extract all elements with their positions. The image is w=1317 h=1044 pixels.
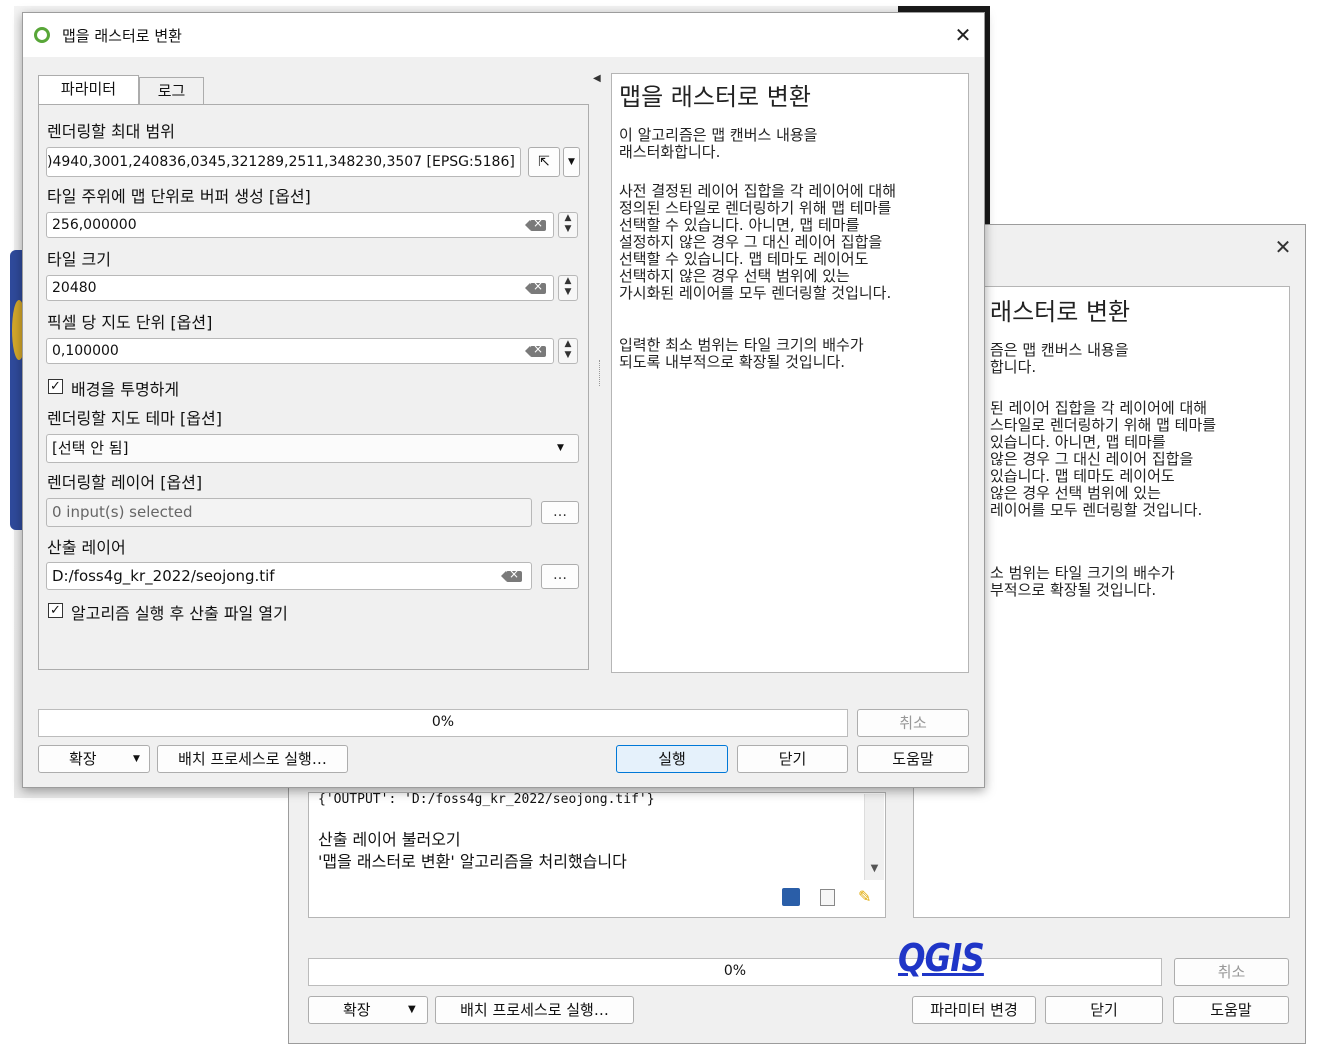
back-help-p3: 소 범위는 타일 크기의 배수가 부적으로 확장될 것입니다. <box>990 564 1175 599</box>
chevron-down-icon: ▼ <box>133 754 140 764</box>
extent-field[interactable]: )4940,3001,240836,0345,321289,2511,34823… <box>46 147 521 177</box>
back-dialog-close-button[interactable]: ✕ <box>1270 234 1296 260</box>
back-batch-button[interactable]: 배치 프로세스로 실행… <box>435 996 634 1024</box>
cancel-button[interactable]: 취소 <box>857 709 969 737</box>
layers-browse-button[interactable]: … <box>541 501 579 524</box>
close-button[interactable]: 닫기 <box>737 745 848 773</box>
theme-select[interactable]: [선택 안 됨] <box>46 434 579 463</box>
layers-label: 렌더링할 레이어 [옵션] <box>47 473 203 492</box>
splitter-handle[interactable] <box>599 360 601 386</box>
back-progress-bar: 0% <box>308 958 1162 986</box>
back-help-p2: 된 레이어 집합을 각 레이어에 대해 스타일로 렌더링하기 위해 맵 테마를 … <box>990 399 1217 519</box>
theme-label: 렌더링할 지도 테마 [옵션] <box>47 409 222 428</box>
buffer-input[interactable]: 256,000000 <box>46 212 554 238</box>
back-log-line-loading: 산출 레이어 불러오기 <box>318 830 461 849</box>
open-output-label: 알고리즘 실행 후 산출 파일 열기 <box>71 604 288 623</box>
back-cancel-button[interactable]: 취소 <box>1174 958 1289 986</box>
select-extent-button[interactable]: ⇱ <box>528 147 560 177</box>
buffer-spinner[interactable]: ▲ ▼ <box>558 212 578 238</box>
chevron-down-icon: ▼ <box>408 1004 416 1015</box>
close-icon[interactable]: ✕ <box>950 22 976 48</box>
clear-log-icon[interactable]: ✎ <box>858 888 876 906</box>
collapse-help-icon[interactable]: ◀ <box>593 73 601 85</box>
map-units-input[interactable]: 0,100000 <box>46 338 554 364</box>
back-help-p1: 즘은 맵 캔버스 내용을 합니다. <box>990 341 1129 376</box>
clear-icon[interactable] <box>501 567 522 582</box>
chevron-down-icon: ▼ <box>557 443 564 453</box>
extent-label: 렌더링할 최대 범위 <box>47 122 175 141</box>
help-description: 사전 결정된 레이어 집합을 각 레이어에 대해 정의된 스타일로 렌더링하기 … <box>619 182 897 302</box>
output-browse-button[interactable]: … <box>541 564 579 589</box>
output-field[interactable]: D:/foss4g_kr_2022/seojong.tif <box>46 562 532 590</box>
back-help-button[interactable]: 도움말 <box>1173 996 1289 1024</box>
run-button[interactable]: 실행 <box>616 745 728 773</box>
dialog-title: 맵을 래스터로 변환 <box>62 27 182 45</box>
map-units-spinner[interactable]: ▲ ▼ <box>558 338 578 364</box>
back-log-line-done: '맵을 래스터로 변환' 알고리즘을 처리했습니다 <box>318 852 627 871</box>
clear-icon[interactable] <box>525 216 546 231</box>
back-close-button[interactable]: 닫기 <box>1045 996 1163 1024</box>
layers-field[interactable]: 0 input(s) selected <box>46 498 532 527</box>
help-title: 맵을 래스터로 변환 <box>619 83 811 111</box>
map-units-label: 픽셀 당 지도 단위 [옵션] <box>47 313 213 332</box>
transparent-checkbox[interactable]: ✓ <box>48 379 63 394</box>
batch-process-button[interactable]: 배치 프로세스로 실행… <box>157 745 348 773</box>
output-label: 산출 레이어 <box>47 538 126 557</box>
copy-log-icon[interactable] <box>820 889 835 906</box>
tile-size-label: 타일 크기 <box>47 250 111 269</box>
qgis-logo: QGIS <box>898 936 985 980</box>
open-output-checkbox[interactable]: ✓ <box>48 603 63 618</box>
change-params-button[interactable]: 파라미터 변경 <box>912 996 1036 1024</box>
save-log-icon[interactable] <box>782 888 800 906</box>
tile-size-input[interactable]: 20480 <box>46 275 554 301</box>
qgis-app-icon <box>34 27 50 43</box>
back-help-title: 래스터로 변환 <box>990 298 1131 326</box>
transparent-label: 배경을 투명하게 <box>71 380 180 399</box>
help-button[interactable]: 도움말 <box>857 745 969 773</box>
progress-bar: 0% <box>38 709 848 737</box>
help-note: 입력한 최소 범위는 타일 크기의 배수가 되도록 내부적으로 확장될 것입니다… <box>619 336 864 371</box>
tab-log[interactable]: 로그 <box>139 77 204 105</box>
help-panel <box>611 73 969 673</box>
back-log-line-output: {'OUTPUT': 'D:/foss4g_kr_2022/seojong.ti… <box>318 792 655 807</box>
buffer-label: 타일 주위에 맵 단위로 버퍼 생성 [옵션] <box>47 187 311 206</box>
help-intro: 이 알고리즘은 맵 캔버스 내용을 래스터화합니다. <box>619 126 818 161</box>
tile-size-spinner[interactable]: ▲ ▼ <box>558 275 578 301</box>
clear-icon[interactable] <box>525 342 546 357</box>
clear-icon[interactable] <box>525 279 546 294</box>
tab-parameters[interactable]: 파라미터 <box>38 75 139 105</box>
log-scrollbar[interactable]: ▼ <box>864 794 884 880</box>
extent-menu-button[interactable]: ▼ <box>563 147 580 177</box>
